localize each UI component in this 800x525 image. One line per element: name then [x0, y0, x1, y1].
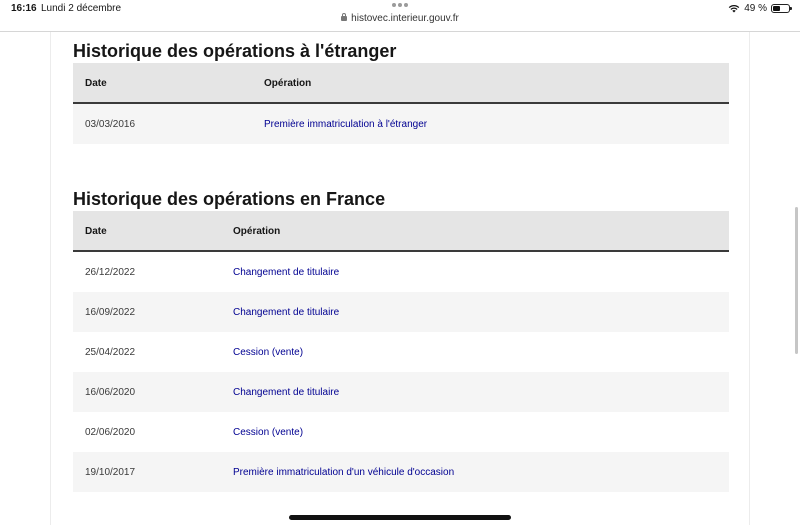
france-history-title: Historique des opérations en France — [73, 189, 386, 209]
row-date: 16/06/2020 — [85, 387, 136, 398]
table-header: Date Opération — [73, 211, 729, 252]
home-indicator[interactable] — [289, 515, 511, 520]
wifi-icon — [728, 5, 740, 13]
row-date: 16/09/2022 — [85, 307, 136, 318]
table-header: Date Opération — [73, 63, 729, 104]
foreign-history-table: Date Opération 03/03/2016 Première immat… — [73, 63, 729, 144]
table-row: 16/06/2020 Changement de titulaire — [73, 372, 729, 412]
row-operation-link[interactable]: Changement de titulaire — [233, 307, 339, 318]
browser-frame: 16:16 Lundi 2 décembre histovec.interieu… — [0, 0, 800, 525]
scrollbar[interactable] — [795, 207, 798, 354]
row-operation-link[interactable]: Cession (vente) — [233, 347, 303, 358]
more-options-icon[interactable] — [392, 3, 408, 7]
lock-icon — [341, 13, 348, 21]
row-operation-link[interactable]: Première immatriculation à l'étranger — [264, 119, 427, 130]
row-date: 26/12/2022 — [85, 267, 136, 278]
battery-icon — [771, 4, 792, 13]
column-header-operation: Opération — [264, 78, 312, 89]
row-date: 03/03/2016 — [85, 119, 136, 130]
table-row: 19/10/2017 Première immatriculation d'un… — [73, 452, 729, 492]
row-date: 25/04/2022 — [85, 347, 136, 358]
table-row: 26/12/2022 Changement de titulaire — [73, 252, 729, 292]
status-indicators: 49 % — [728, 3, 792, 14]
row-operation-link[interactable]: Changement de titulaire — [233, 387, 339, 398]
column-header-operation: Opération — [233, 226, 281, 237]
column-header-date: Date — [85, 226, 107, 237]
battery-percent: 49 % — [744, 3, 767, 14]
page-content: Historique des opérations à l'étranger D… — [50, 32, 750, 525]
column-header-date: Date — [85, 78, 107, 89]
table-row: 16/09/2022 Changement de titulaire — [73, 292, 729, 332]
row-date: 19/10/2017 — [85, 467, 136, 478]
row-operation-link[interactable]: Changement de titulaire — [233, 267, 339, 278]
table-row: 25/04/2022 Cession (vente) — [73, 332, 729, 372]
table-row: 02/06/2020 Cession (vente) — [73, 412, 729, 452]
address-url: histovec.interieur.gouv.fr — [351, 13, 459, 24]
status-bar: 16:16 Lundi 2 décembre histovec.interieu… — [0, 0, 800, 32]
france-history-table: Date Opération 26/12/2022 Changement de … — [73, 211, 729, 492]
address-bar[interactable]: histovec.interieur.gouv.fr — [0, 13, 800, 24]
row-date: 02/06/2020 — [85, 427, 136, 438]
table-row: 03/03/2016 Première immatriculation à l'… — [73, 104, 729, 144]
row-operation-link[interactable]: Cession (vente) — [233, 427, 303, 438]
row-operation-link[interactable]: Première immatriculation d'un véhicule d… — [233, 467, 454, 478]
foreign-history-title: Historique des opérations à l'étranger — [73, 41, 397, 61]
